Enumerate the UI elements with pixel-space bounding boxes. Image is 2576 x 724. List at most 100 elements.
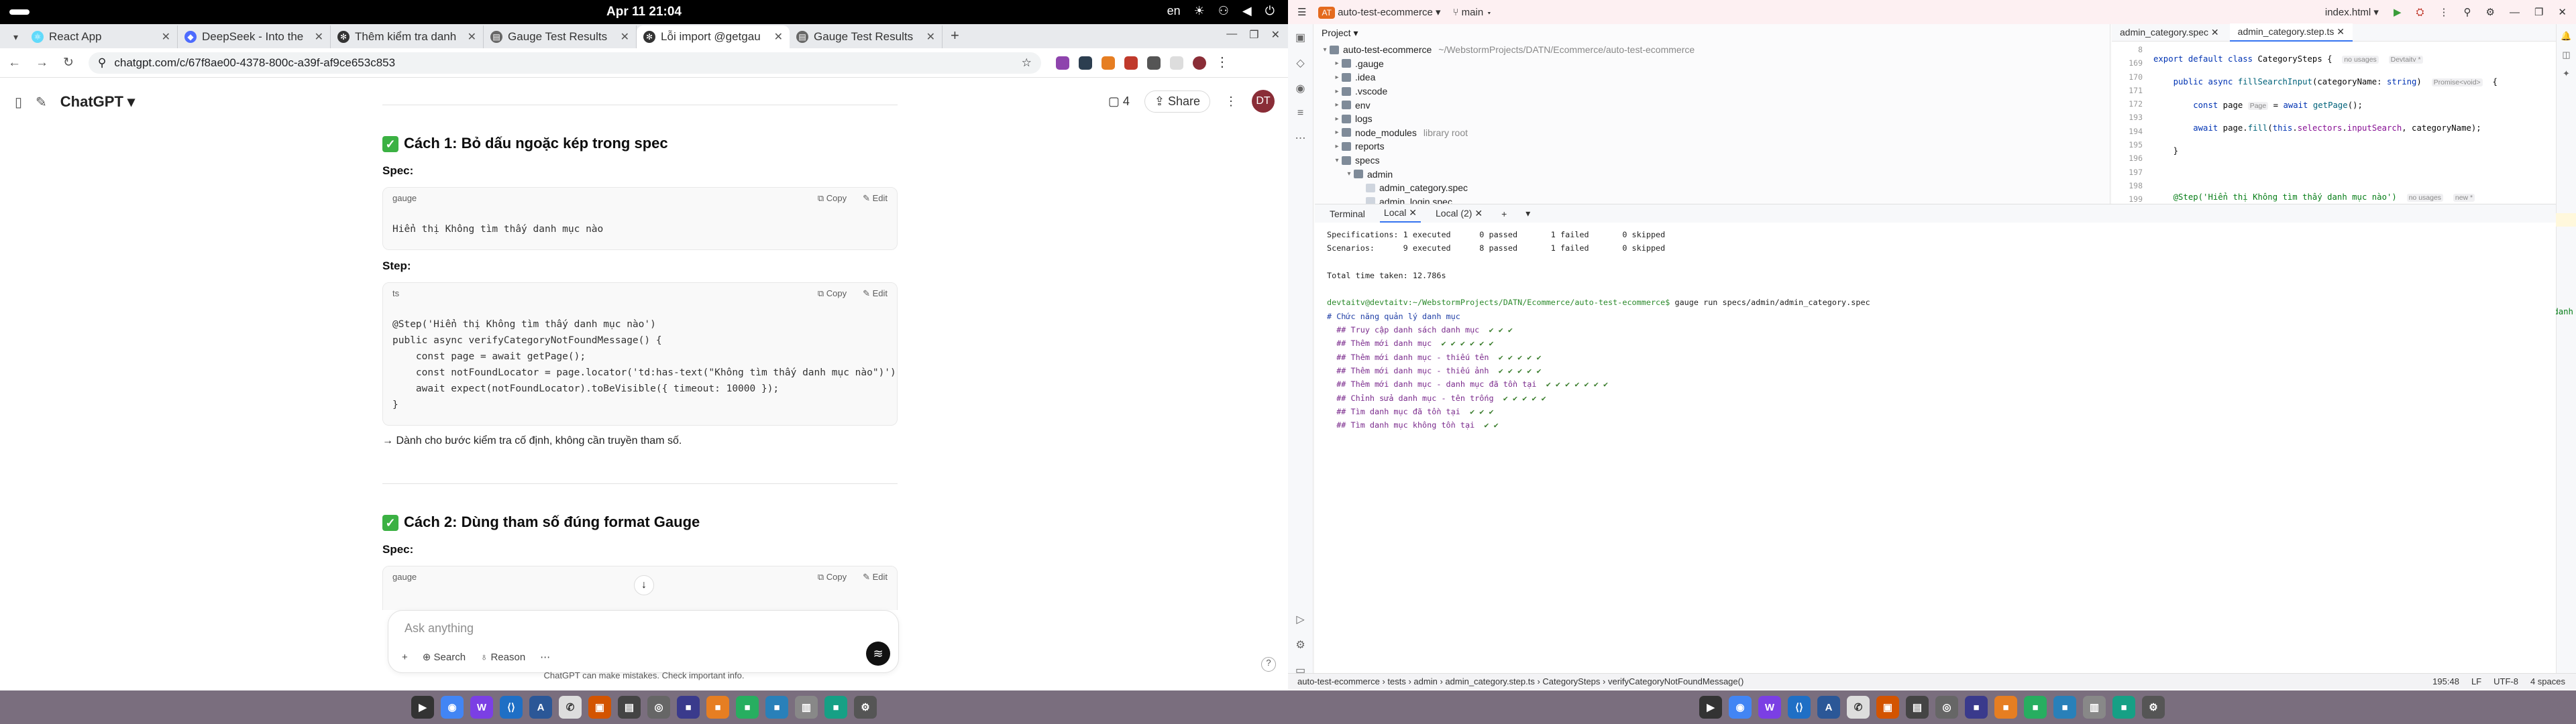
app-icon[interactable]: W [470, 696, 493, 719]
cursor-position[interactable]: 195:48 [2432, 676, 2459, 686]
app-icon[interactable]: ■ [706, 696, 729, 719]
expand-chevron-icon[interactable]: ▸ [1332, 129, 1342, 136]
debug-icon[interactable]: ⛭ [2416, 7, 2424, 18]
model-selector[interactable]: ChatGPT ▾ [60, 93, 135, 111]
minimize-icon[interactable]: — [1226, 28, 1237, 42]
editor-tab[interactable]: admin_category.spec ✕ [2112, 24, 2227, 41]
breadcrumb-item[interactable]: auto-test-ecommerce [1297, 676, 1380, 686]
close-icon[interactable]: ✕ [468, 30, 476, 44]
expand-chevron-icon[interactable]: ▸ [1332, 60, 1342, 67]
lang-indicator[interactable]: en [1167, 4, 1181, 18]
close-icon[interactable]: ✕ [162, 30, 170, 44]
app-icon[interactable]: ■ [765, 696, 788, 719]
night-light-icon[interactable]: ☀ [1194, 4, 1205, 18]
indent-setting[interactable]: 4 spaces [2530, 676, 2565, 686]
app-icon[interactable]: A [1817, 696, 1840, 719]
tree-folder[interactable]: ▾ auto-test-ecommerce ~/WebstormProjects/D… [1315, 43, 2110, 57]
minimize-icon[interactable]: — [2510, 7, 2520, 18]
tree-folder[interactable]: ▸ .vscode [1315, 84, 2110, 99]
extensions-puzzle-icon[interactable] [1146, 56, 1161, 70]
sidepanel-icon[interactable] [1169, 56, 1183, 70]
expand-chevron-icon[interactable]: ▸ [1332, 143, 1342, 150]
tree-folder[interactable]: ▾ specs [1315, 154, 2110, 168]
run-tool-icon[interactable]: ▷ [1296, 613, 1304, 626]
tree-file[interactable]: admin_category.spec [1315, 181, 2110, 195]
address-bar[interactable]: ⚲ chatgpt.com/c/67f8ae00-4378-800c-a39f-a… [88, 52, 1041, 74]
reason-button[interactable]: ♁ Reason [480, 652, 525, 663]
search-button[interactable]: ⊕ Search [423, 651, 466, 663]
breadcrumb-item[interactable]: admin [1413, 676, 1437, 686]
breadcrumb-item[interactable]: verifyCategoryNotFoundMessage() [1608, 676, 1743, 686]
edit-button[interactable]: ✎ Edit [863, 572, 888, 583]
more-icon[interactable]: ⋮ [2439, 6, 2449, 18]
conversation-count[interactable]: ▢ 4 [1108, 95, 1130, 109]
structure-tool-icon[interactable]: ≡ [1297, 107, 1303, 119]
vscode-app-icon[interactable]: ⟨⟩ [500, 696, 523, 719]
app-icon[interactable]: ■ [824, 696, 847, 719]
more-tools-icon[interactable]: ⋯ [1295, 131, 1306, 145]
github-tool-icon[interactable]: ◉ [1296, 82, 1305, 95]
line-separator[interactable]: LF [2471, 676, 2481, 686]
settings-app-icon[interactable]: ⚙ [854, 696, 877, 719]
app-icon[interactable]: ■ [2024, 696, 2047, 719]
terminal-title[interactable]: Terminal [1326, 206, 1369, 222]
terminal-app-icon[interactable]: ▶ [411, 696, 434, 719]
forward-icon[interactable]: → [36, 56, 48, 70]
power-icon[interactable]: ⏻ [1265, 4, 1275, 18]
chrome-app-icon[interactable]: ◉ [441, 696, 464, 719]
copy-button[interactable]: ⧉ Copy [818, 193, 847, 204]
composer[interactable]: Ask anything + ⊕ Search ♁ Reason ⋯ ≋ [388, 610, 899, 673]
profile-icon[interactable] [1192, 56, 1206, 70]
branch-selector[interactable]: ⑂ main ▾ [1453, 7, 1493, 18]
close-icon[interactable]: ✕ [315, 30, 323, 44]
attach-icon[interactable]: + [402, 652, 408, 663]
app-icon[interactable]: ■ [2053, 696, 2076, 719]
terminal-app-icon[interactable]: ▶ [1699, 696, 1722, 719]
more-tools-icon[interactable]: ⋯ [540, 651, 550, 663]
maximize-icon[interactable]: ❐ [1249, 28, 1258, 42]
settings-app-icon[interactable]: ⚙ [2142, 696, 2165, 719]
app-icon[interactable]: ■ [1965, 696, 1988, 719]
project-selector[interactable]: AT auto-test-ecommerce ▾ [1318, 6, 1441, 19]
run-icon[interactable]: ▶ [2394, 6, 2402, 18]
services-tool-icon[interactable]: ⚙ [1295, 638, 1305, 652]
close-icon[interactable]: ✕ [2558, 6, 2567, 18]
tab-list-icon[interactable]: ▾ [7, 32, 25, 48]
file-encoding[interactable]: UTF-8 [2493, 676, 2518, 686]
editor-tab-active[interactable]: admin_category.step.ts ✕ [2229, 23, 2353, 42]
reload-icon[interactable]: ↻ [63, 55, 74, 70]
tree-folder[interactable]: ▸ node_modules library root [1315, 126, 2110, 140]
new-chat-icon[interactable]: ✎ [36, 94, 47, 111]
expand-chevron-icon[interactable]: ▸ [1332, 115, 1342, 123]
expand-chevron-icon[interactable]: ▸ [1332, 101, 1342, 109]
site-info-icon[interactable]: ⚲ [98, 56, 106, 70]
commit-tool-icon[interactable]: ◇ [1296, 56, 1304, 70]
voice-button[interactable]: ≋ [866, 642, 890, 666]
close-icon[interactable]: ✕ [774, 30, 783, 44]
maximize-icon[interactable]: ❐ [2534, 6, 2543, 18]
tree-folder[interactable]: ▾ admin [1315, 167, 2110, 181]
share-button[interactable]: ⇪ Share [1144, 90, 1210, 113]
app-icon[interactable]: ◎ [647, 696, 670, 719]
browser-menu-icon[interactable]: ⋮ [1216, 56, 1229, 70]
browser-tab[interactable]: ▤ Gauge Test Results ✕ [790, 25, 943, 48]
breadcrumb-item[interactable]: CategorySteps [1542, 676, 1600, 686]
app-icon[interactable]: ■ [2112, 696, 2135, 719]
app-icon[interactable]: ▣ [1876, 696, 1899, 719]
clock[interactable]: Apr 11 21:04 [0, 5, 1288, 19]
app-icon[interactable]: ▤ [618, 696, 641, 719]
expand-chevron-icon[interactable]: ▾ [1344, 170, 1354, 178]
copy-button[interactable]: ⧉ Copy [818, 572, 847, 583]
edit-button[interactable]: ✎ Edit [863, 288, 888, 299]
tree-folder[interactable]: ▸ reports [1315, 139, 2110, 154]
tree-folder[interactable]: ▸ env [1315, 98, 2110, 112]
browser-tab[interactable]: ◆ DeepSeek - Into the ✕ [178, 25, 331, 48]
volume-icon[interactable]: ◀ [1242, 4, 1252, 18]
back-icon[interactable]: ← [8, 56, 21, 70]
settings-icon[interactable]: ⚙ [2486, 6, 2495, 18]
app-icon[interactable]: ▣ [588, 696, 611, 719]
terminal-tab-active[interactable]: Local ✕ [1379, 204, 1421, 223]
close-icon[interactable]: ✕ [926, 30, 935, 44]
expand-chevron-icon[interactable]: ▸ [1332, 88, 1342, 95]
copy-button[interactable]: ⧉ Copy [818, 288, 847, 299]
